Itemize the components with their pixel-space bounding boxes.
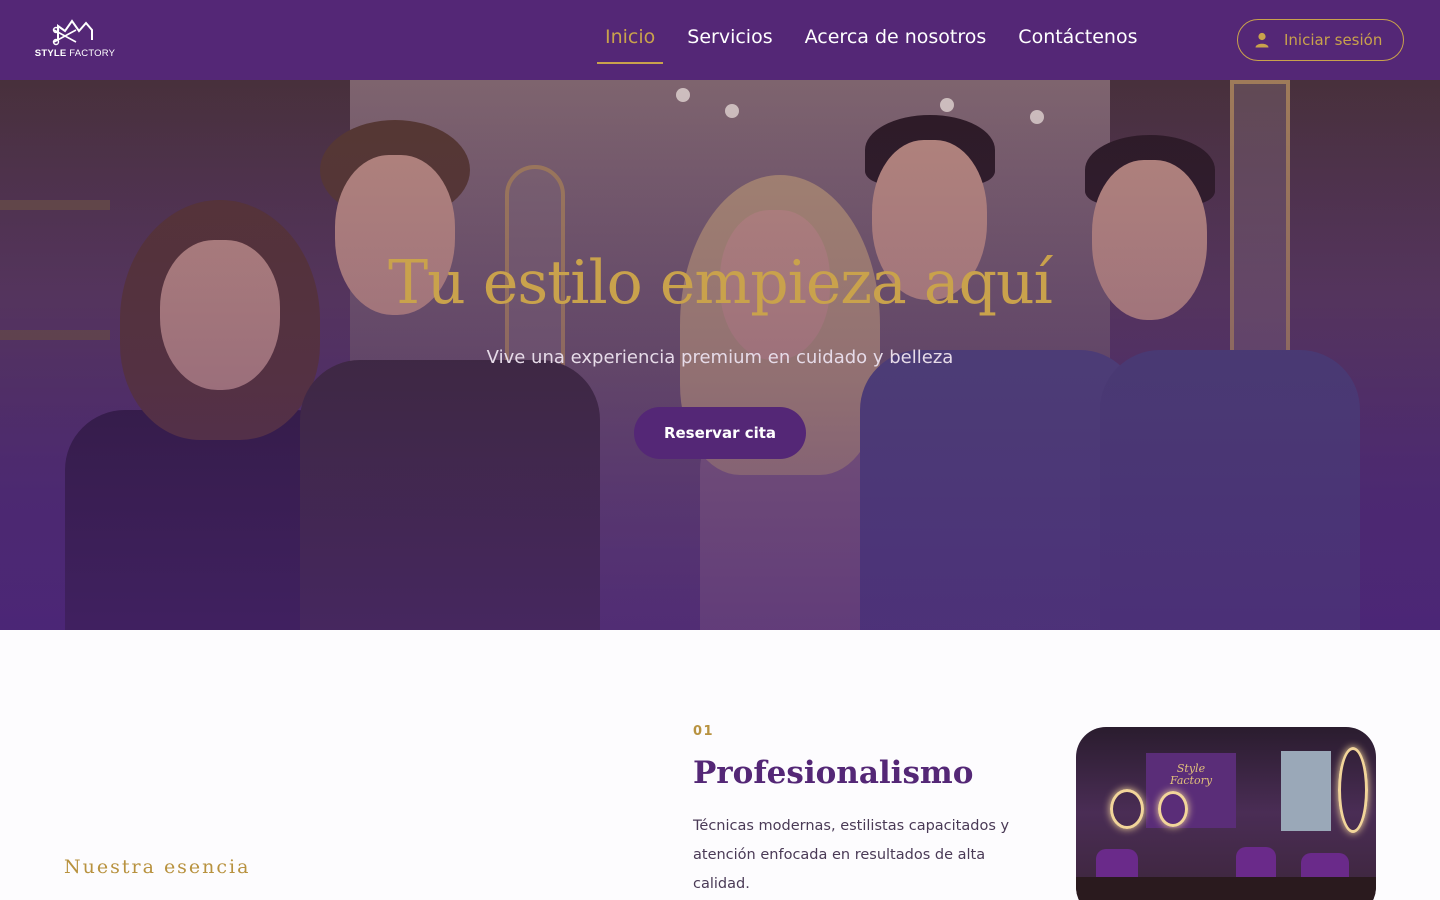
hero-section: Tu estilo empieza aquí Vive una experien… bbox=[0, 80, 1440, 630]
salon-interior-image: Style Factory bbox=[1076, 727, 1376, 900]
nav-link-contacto[interactable]: Contáctenos bbox=[1010, 20, 1145, 64]
top-navbar: STYLE FACTORY Inicio Servicios Acerca de… bbox=[0, 0, 1440, 80]
feature-number: 01 bbox=[693, 724, 715, 739]
login-button[interactable]: Iniciar sesión bbox=[1237, 19, 1404, 61]
user-icon bbox=[1255, 32, 1269, 48]
main-navigation: Inicio Servicios Acerca de nosotros Cont… bbox=[597, 20, 1145, 64]
nav-link-acerca[interactable]: Acerca de nosotros bbox=[797, 20, 995, 64]
login-button-label: Iniciar sesión bbox=[1284, 31, 1383, 49]
logo-wordmark: STYLE FACTORY bbox=[34, 48, 116, 59]
nav-link-servicios[interactable]: Servicios bbox=[679, 20, 780, 64]
feature-title: Profesionalismo bbox=[693, 755, 974, 791]
crown-scissors-logo-icon bbox=[52, 19, 93, 46]
salon-sign: Style Factory bbox=[1169, 762, 1213, 787]
section-label: Nuestra esencia bbox=[64, 856, 251, 878]
style-factory-logo[interactable]: STYLE FACTORY bbox=[32, 18, 118, 62]
hero-subtitle: Vive una experiencia premium en cuidado … bbox=[486, 347, 954, 368]
feature-description: Técnicas modernas, estilistas capacitado… bbox=[693, 818, 1010, 892]
hero-title: Tu estilo empieza aquí bbox=[388, 248, 1053, 318]
book-appointment-button[interactable]: Reservar cita bbox=[634, 407, 806, 459]
nav-link-inicio[interactable]: Inicio bbox=[597, 20, 664, 64]
